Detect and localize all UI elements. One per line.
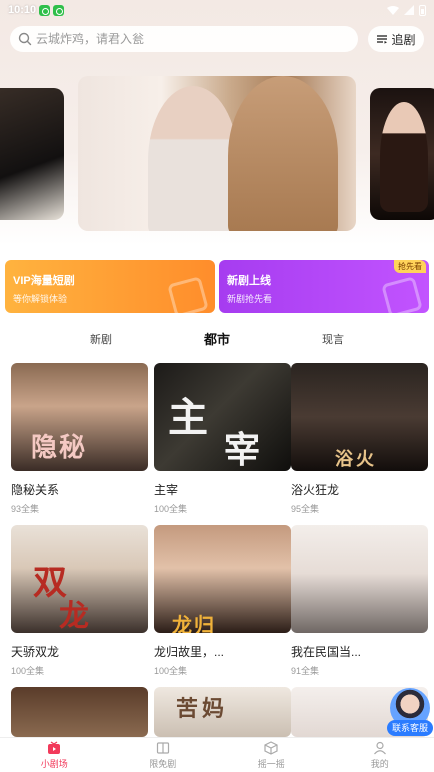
- banner-figure-woman: [148, 86, 238, 231]
- banner-slide-previous[interactable]: [0, 88, 64, 220]
- signal-icon: [404, 5, 414, 15]
- drama-card[interactable]: 我在民国当... 91全集: [291, 525, 428, 677]
- drama-card[interactable]: 龙归 龙归故里，... 100全集: [154, 525, 291, 677]
- drama-poster: 主 宰: [154, 363, 291, 471]
- search-row: 追剧: [10, 26, 424, 52]
- drama-card[interactable]: 浴火 浴火狂龙 95全集: [291, 363, 428, 515]
- nav-item-theater[interactable]: 小剧场: [0, 738, 109, 772]
- status-indicators: [387, 4, 426, 16]
- wechat-notification-icon: [39, 4, 51, 16]
- poster-title-art: 主: [168, 394, 208, 441]
- customer-service-button[interactable]: 联系客服: [387, 688, 433, 738]
- drama-episodes: 93全集: [11, 504, 40, 514]
- nav-label: 限免剧: [149, 758, 177, 769]
- status-bar: 10:10: [0, 0, 434, 20]
- drama-poster: 双 龙: [11, 525, 148, 633]
- drama-title: 龙归故里，...: [154, 645, 225, 659]
- poster-title-art: 隐秘: [31, 433, 88, 463]
- drama-title: 隐秘关系: [11, 483, 60, 497]
- box-icon: [264, 740, 278, 755]
- search-input[interactable]: [36, 32, 336, 46]
- follow-drama-label: 追剧: [391, 32, 416, 47]
- poster-title-art: 浴火: [335, 449, 377, 470]
- drama-title: 我在民国当...: [291, 645, 362, 659]
- poster-title-art: 龙: [59, 599, 89, 633]
- banner-figure-right: [380, 102, 428, 212]
- drama-episodes: 100全集: [154, 666, 188, 676]
- drama-poster: 隐秘: [11, 363, 148, 471]
- tab-urban[interactable]: 都市: [204, 326, 230, 354]
- vip-promo-card[interactable]: VIP海量短剧 等你解锁体验: [5, 260, 215, 313]
- drama-card-partial[interactable]: 苦妈: [154, 687, 291, 737]
- drama-poster: [11, 687, 148, 737]
- nav-item-shake[interactable]: 摇一摇: [217, 738, 326, 772]
- search-icon: [18, 32, 32, 46]
- poster-title-art: 苦妈: [176, 696, 229, 722]
- drama-card[interactable]: 隐秘 隐秘关系 93全集: [11, 363, 148, 515]
- book-icon: [156, 741, 169, 754]
- customer-service-label: 联系客服: [387, 720, 433, 736]
- follow-drama-button[interactable]: 追剧: [368, 26, 424, 52]
- drama-title: 天骄双龙: [11, 645, 60, 659]
- drama-title: 主宰: [154, 483, 179, 497]
- nav-item-profile[interactable]: 我的: [326, 738, 434, 772]
- wifi-icon: [387, 5, 399, 15]
- bottom-navigation: 小剧场 限免剧 摇一摇 我的: [0, 737, 434, 772]
- drama-episodes: 100全集: [11, 666, 45, 676]
- drama-poster: [291, 525, 428, 633]
- drama-episodes: 91全集: [291, 666, 320, 676]
- drama-card[interactable]: 主 宰 主宰 100全集: [154, 363, 291, 515]
- drama-title: 浴火狂龙: [291, 483, 340, 497]
- status-time: 10:10: [8, 4, 37, 16]
- list-icon: [377, 35, 388, 44]
- early-access-badge: 抢先看: [394, 260, 426, 273]
- banner-slide-next[interactable]: [370, 88, 434, 220]
- top-header-area: 10:10 追剧: [0, 0, 434, 245]
- theater-icon: [48, 740, 61, 754]
- drama-poster: 苦妈: [154, 687, 291, 737]
- drama-poster: 龙归: [154, 525, 291, 633]
- drama-card-partial[interactable]: [11, 687, 148, 737]
- app-notification-icon: [53, 4, 65, 16]
- poster-title-art: 宰: [224, 429, 261, 471]
- category-tabs: 新剧 都市 现言: [0, 326, 434, 354]
- nav-item-free[interactable]: 限免剧: [109, 738, 218, 772]
- battery-icon: [419, 4, 426, 16]
- drama-episodes: 95全集: [291, 504, 320, 514]
- user-icon: [373, 741, 386, 754]
- tab-new[interactable]: 新剧: [90, 326, 112, 354]
- new-release-promo-card[interactable]: 新剧上线 新剧抢先看 抢先看: [219, 260, 429, 313]
- search-bar[interactable]: [10, 26, 358, 52]
- drama-card[interactable]: 双 龙 天骄双龙 100全集: [11, 525, 148, 677]
- banner-figure-man: [228, 76, 338, 231]
- drama-episodes: 100全集: [154, 504, 188, 514]
- nav-label: 我的: [370, 758, 389, 769]
- nav-label: 小剧场: [40, 758, 68, 769]
- poster-title-art: 龙归: [172, 613, 216, 633]
- banner-slide-current[interactable]: [78, 76, 356, 231]
- drama-poster: 浴火: [291, 363, 428, 471]
- nav-label: 摇一摇: [257, 758, 285, 769]
- tab-modern-romance[interactable]: 现言: [322, 326, 344, 354]
